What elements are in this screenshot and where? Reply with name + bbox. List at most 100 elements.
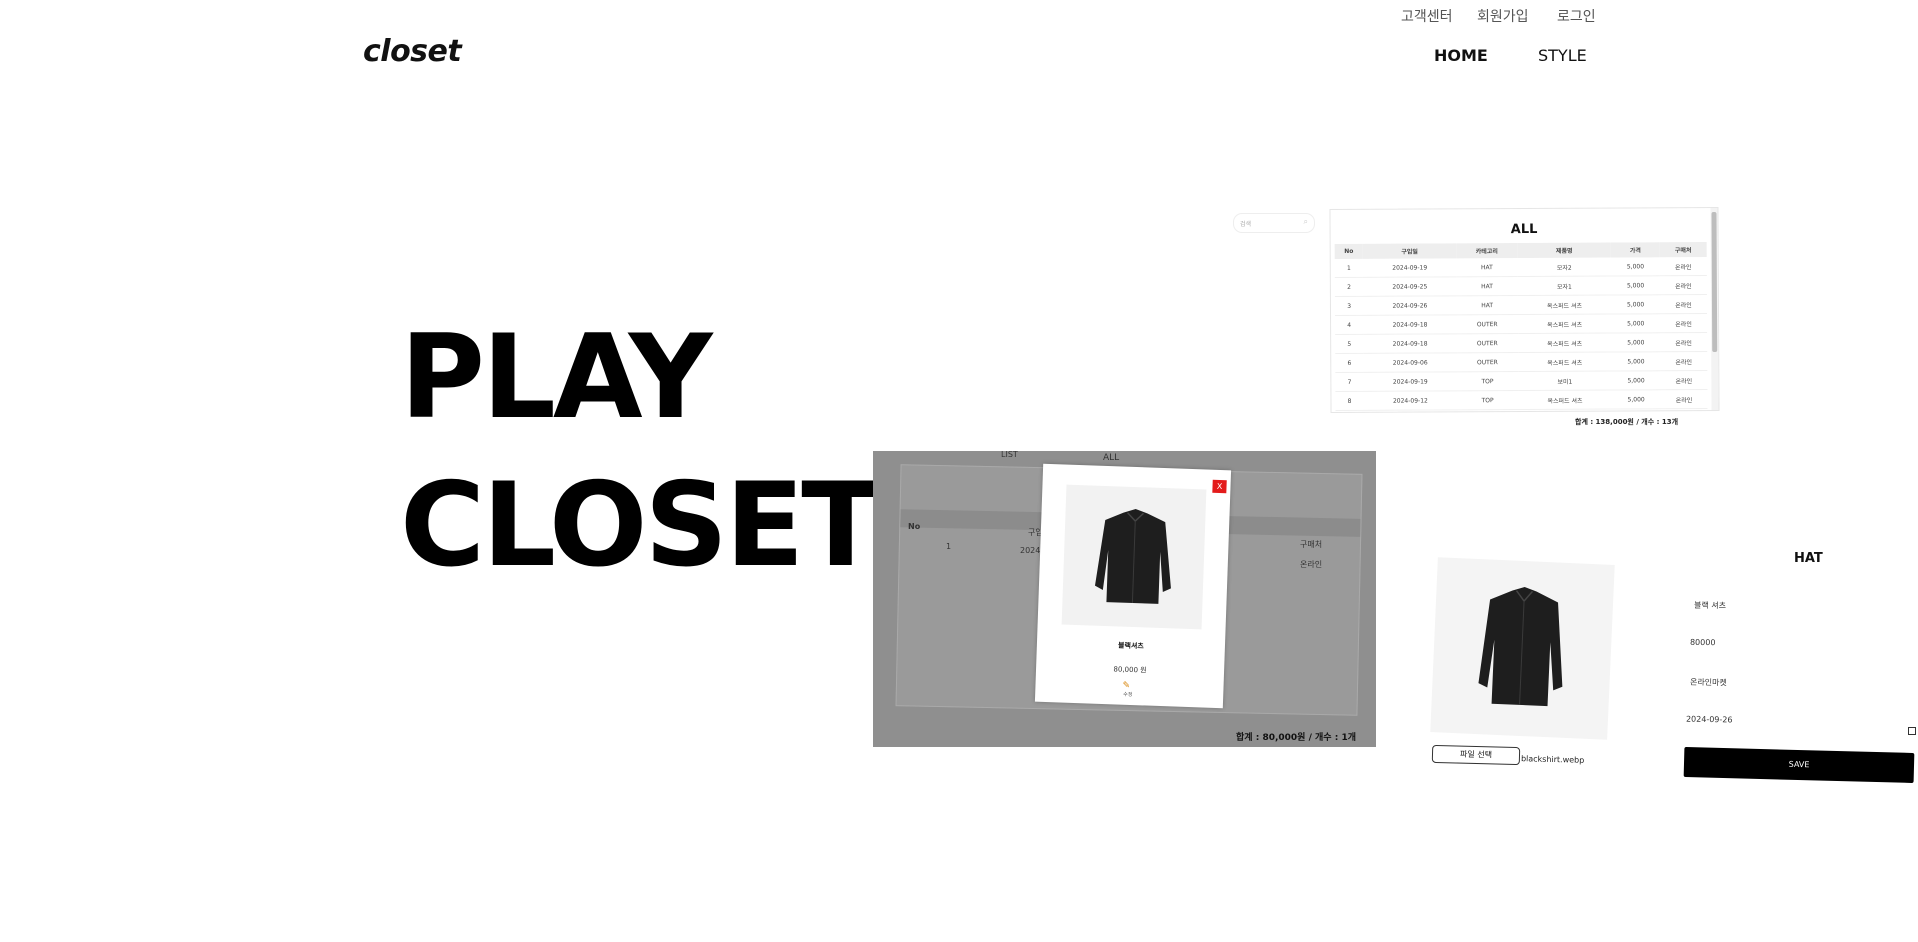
table-cell: 1 bbox=[1334, 258, 1364, 278]
date-field[interactable]: 2024-09-26 bbox=[1686, 715, 1733, 725]
table-cell: 온라인 bbox=[1660, 351, 1708, 371]
table-row[interactable]: 4 2024-09-18 OUTER 옥스퍼드 셔츠 5,000 온라인 bbox=[1335, 313, 1708, 335]
table-cell: 5,000 bbox=[1611, 351, 1661, 372]
table-header-cell: 가격 bbox=[1611, 242, 1660, 258]
logo[interactable]: closet bbox=[363, 34, 462, 69]
table-header-cell: 구입일 bbox=[1362, 243, 1457, 259]
signup-link[interactable]: 회원가입 bbox=[1477, 6, 1529, 26]
bg-row-shop: 온라인 bbox=[1300, 560, 1323, 569]
table-cell: 온라인 bbox=[1659, 294, 1708, 314]
table-cell: OUTER bbox=[1456, 333, 1518, 353]
product-popup: X 블랙셔츠 80,000 원 ✎ 수정 bbox=[1034, 463, 1232, 709]
bg-no-header: No bbox=[908, 522, 921, 531]
table-cell: 2024-09-25 bbox=[1363, 276, 1457, 297]
table-header-cell: 카테고리 bbox=[1456, 243, 1518, 259]
form-category: HAT bbox=[1794, 551, 1823, 566]
search-icon: ⌕ bbox=[1303, 217, 1308, 226]
table-cell: 8 bbox=[1335, 391, 1364, 411]
table-cell: 5,000 bbox=[1611, 332, 1661, 353]
bg-list-label: LIST bbox=[1001, 451, 1018, 459]
shop-field[interactable]: 온라인마켓 bbox=[1690, 677, 1727, 689]
product-image bbox=[1061, 484, 1207, 630]
table-cell: 5,000 bbox=[1611, 389, 1661, 410]
table-row[interactable]: 7 2024-09-19 TOP 보미1 5,000 온라인 bbox=[1335, 370, 1708, 392]
clothes-table: No 구입일 카테고리 제품명 가격 구매처 1 2024-09-19 HAT 모자2 5,000… bbox=[1334, 242, 1708, 414]
popup-total: 합계 : 80,000원 / 개수 : 1개 bbox=[1236, 733, 1356, 743]
table-cell: 모자1 bbox=[1517, 276, 1612, 296]
table-row[interactable]: 2 2024-09-25 HAT 모자1 5,000 온라인 bbox=[1334, 275, 1707, 297]
table-header-cell: No bbox=[1334, 243, 1363, 259]
customer-center-link[interactable]: 고객센터 bbox=[1401, 6, 1453, 26]
hero-title-line1: PLAY bbox=[400, 310, 713, 445]
nav-style[interactable]: STYLE bbox=[1538, 46, 1587, 65]
scrollbar-thumb bbox=[1711, 211, 1718, 353]
bg-shop-header: 구매처 bbox=[1300, 540, 1323, 549]
table-cell: 2024-09-26 bbox=[1363, 295, 1457, 316]
table-cell: 온라인 bbox=[1660, 408, 1708, 414]
table-cell: 온라인 bbox=[1660, 389, 1708, 409]
bg-row-no: 1 bbox=[946, 542, 952, 551]
calendar-icon[interactable] bbox=[1908, 727, 1916, 735]
save-button[interactable]: SAVE bbox=[1683, 746, 1915, 784]
close-button[interactable]: X bbox=[1212, 479, 1227, 494]
pencil-icon: ✎ bbox=[1122, 680, 1131, 691]
name-field[interactable]: 블랙 셔츠 bbox=[1694, 600, 1726, 612]
table-cell: 옥스퍼드 셔츠 bbox=[1517, 352, 1612, 372]
table-cell: 옥스퍼드 셔츠 bbox=[1517, 295, 1612, 315]
table-cell: 9 bbox=[1335, 410, 1364, 414]
table-cell: OUTER bbox=[1456, 314, 1518, 334]
table-cell: HAT bbox=[1456, 295, 1518, 315]
search-placeholder: 검색 bbox=[1240, 221, 1252, 228]
table-cell: 온라인 bbox=[1659, 313, 1708, 333]
search-input-preview: 검색 ⌕ bbox=[1233, 213, 1315, 233]
file-select-button[interactable]: 파일 선택 bbox=[1431, 744, 1521, 766]
popup-preview: LIST ALL No 구입 구매처 1 2024-0 온라인 X 블랙셔츠 8… bbox=[873, 451, 1376, 747]
table-cell: 5,000 bbox=[1611, 257, 1660, 277]
table-row[interactable]: 1 2024-09-19 HAT 모자2 5,000 온라인 bbox=[1334, 257, 1707, 278]
price-field[interactable]: 80000 bbox=[1690, 638, 1716, 647]
table-row[interactable]: 3 2024-09-26 HAT 옥스퍼드 셔츠 5,000 온라인 bbox=[1334, 294, 1708, 316]
edit-button[interactable]: ✎ 수정 bbox=[1122, 681, 1133, 698]
scrollbar bbox=[1710, 207, 1719, 411]
table-row[interactable]: 92024-09-12TOP옥스퍼드 셔츠5,000온라인 bbox=[1335, 408, 1708, 414]
table-cell: 2024-09-18 bbox=[1363, 314, 1457, 335]
table-cell: 5,000 bbox=[1611, 313, 1661, 334]
table-cell: 옥스퍼드 셔츠 bbox=[1518, 390, 1612, 410]
table-cell: TOP bbox=[1456, 371, 1519, 391]
table-cell: 6 bbox=[1335, 353, 1364, 373]
nav-home[interactable]: HOME bbox=[1434, 46, 1488, 65]
file-name: blackshirt.webp bbox=[1520, 754, 1585, 765]
table-cell: 5,000 bbox=[1611, 294, 1660, 315]
table-cell: 5 bbox=[1335, 334, 1364, 354]
table-cell: 보미1 bbox=[1517, 371, 1612, 391]
table-row[interactable]: 5 2024-09-18 OUTER 옥스퍼드 셔츠 5,000 온라인 bbox=[1335, 332, 1708, 354]
login-link[interactable]: 로그인 bbox=[1557, 6, 1596, 26]
table-row[interactable]: 6 2024-09-06 OUTER 옥스퍼드 셔츠 5,000 온라인 bbox=[1335, 351, 1708, 373]
table-cell: 온라인 bbox=[1660, 370, 1708, 390]
table-row[interactable]: 8 2024-09-12 TOP 옥스퍼드 셔츠 5,000 온라인 bbox=[1335, 389, 1708, 411]
table-cell: 4 bbox=[1335, 315, 1364, 335]
edit-label: 수정 bbox=[1123, 691, 1133, 699]
table-total: 합계 : 138,000원 / 개수 : 13개 bbox=[1575, 418, 1679, 426]
table-cell: 5,000 bbox=[1611, 408, 1661, 414]
table-cell: 2024-09-19 bbox=[1363, 371, 1458, 392]
table-header-cell: 제품명 bbox=[1517, 242, 1612, 259]
product-price: 80,000 원 bbox=[1113, 665, 1147, 675]
table-preview: ALL No 구입일 카테고리 제품명 가격 구매처 1 2024-09-19 HAT 모자2 5… bbox=[1329, 206, 1720, 414]
product-name: 블랙셔츠 bbox=[1117, 641, 1144, 651]
table-cell: 온라인 bbox=[1660, 332, 1708, 352]
table-cell: 온라인 bbox=[1659, 257, 1707, 276]
table-cell: HAT bbox=[1456, 276, 1518, 296]
table-cell: 2024-09-06 bbox=[1363, 352, 1457, 373]
table-cell: 2024-09-12 bbox=[1363, 390, 1458, 411]
shirt-icon bbox=[1478, 587, 1563, 707]
table-cell: 옥스퍼드 셔츠 bbox=[1517, 333, 1612, 353]
table-cell: 온라인 bbox=[1659, 275, 1707, 295]
table-cell: TOP bbox=[1457, 409, 1519, 414]
table-cell: 5,000 bbox=[1611, 370, 1661, 391]
table-cell: 5,000 bbox=[1611, 275, 1660, 296]
table-cell: 7 bbox=[1335, 372, 1364, 392]
form-product-image bbox=[1430, 557, 1615, 740]
table-cell: 옥스퍼드 셔츠 bbox=[1518, 409, 1613, 414]
bg-all-label: ALL bbox=[1103, 453, 1120, 463]
